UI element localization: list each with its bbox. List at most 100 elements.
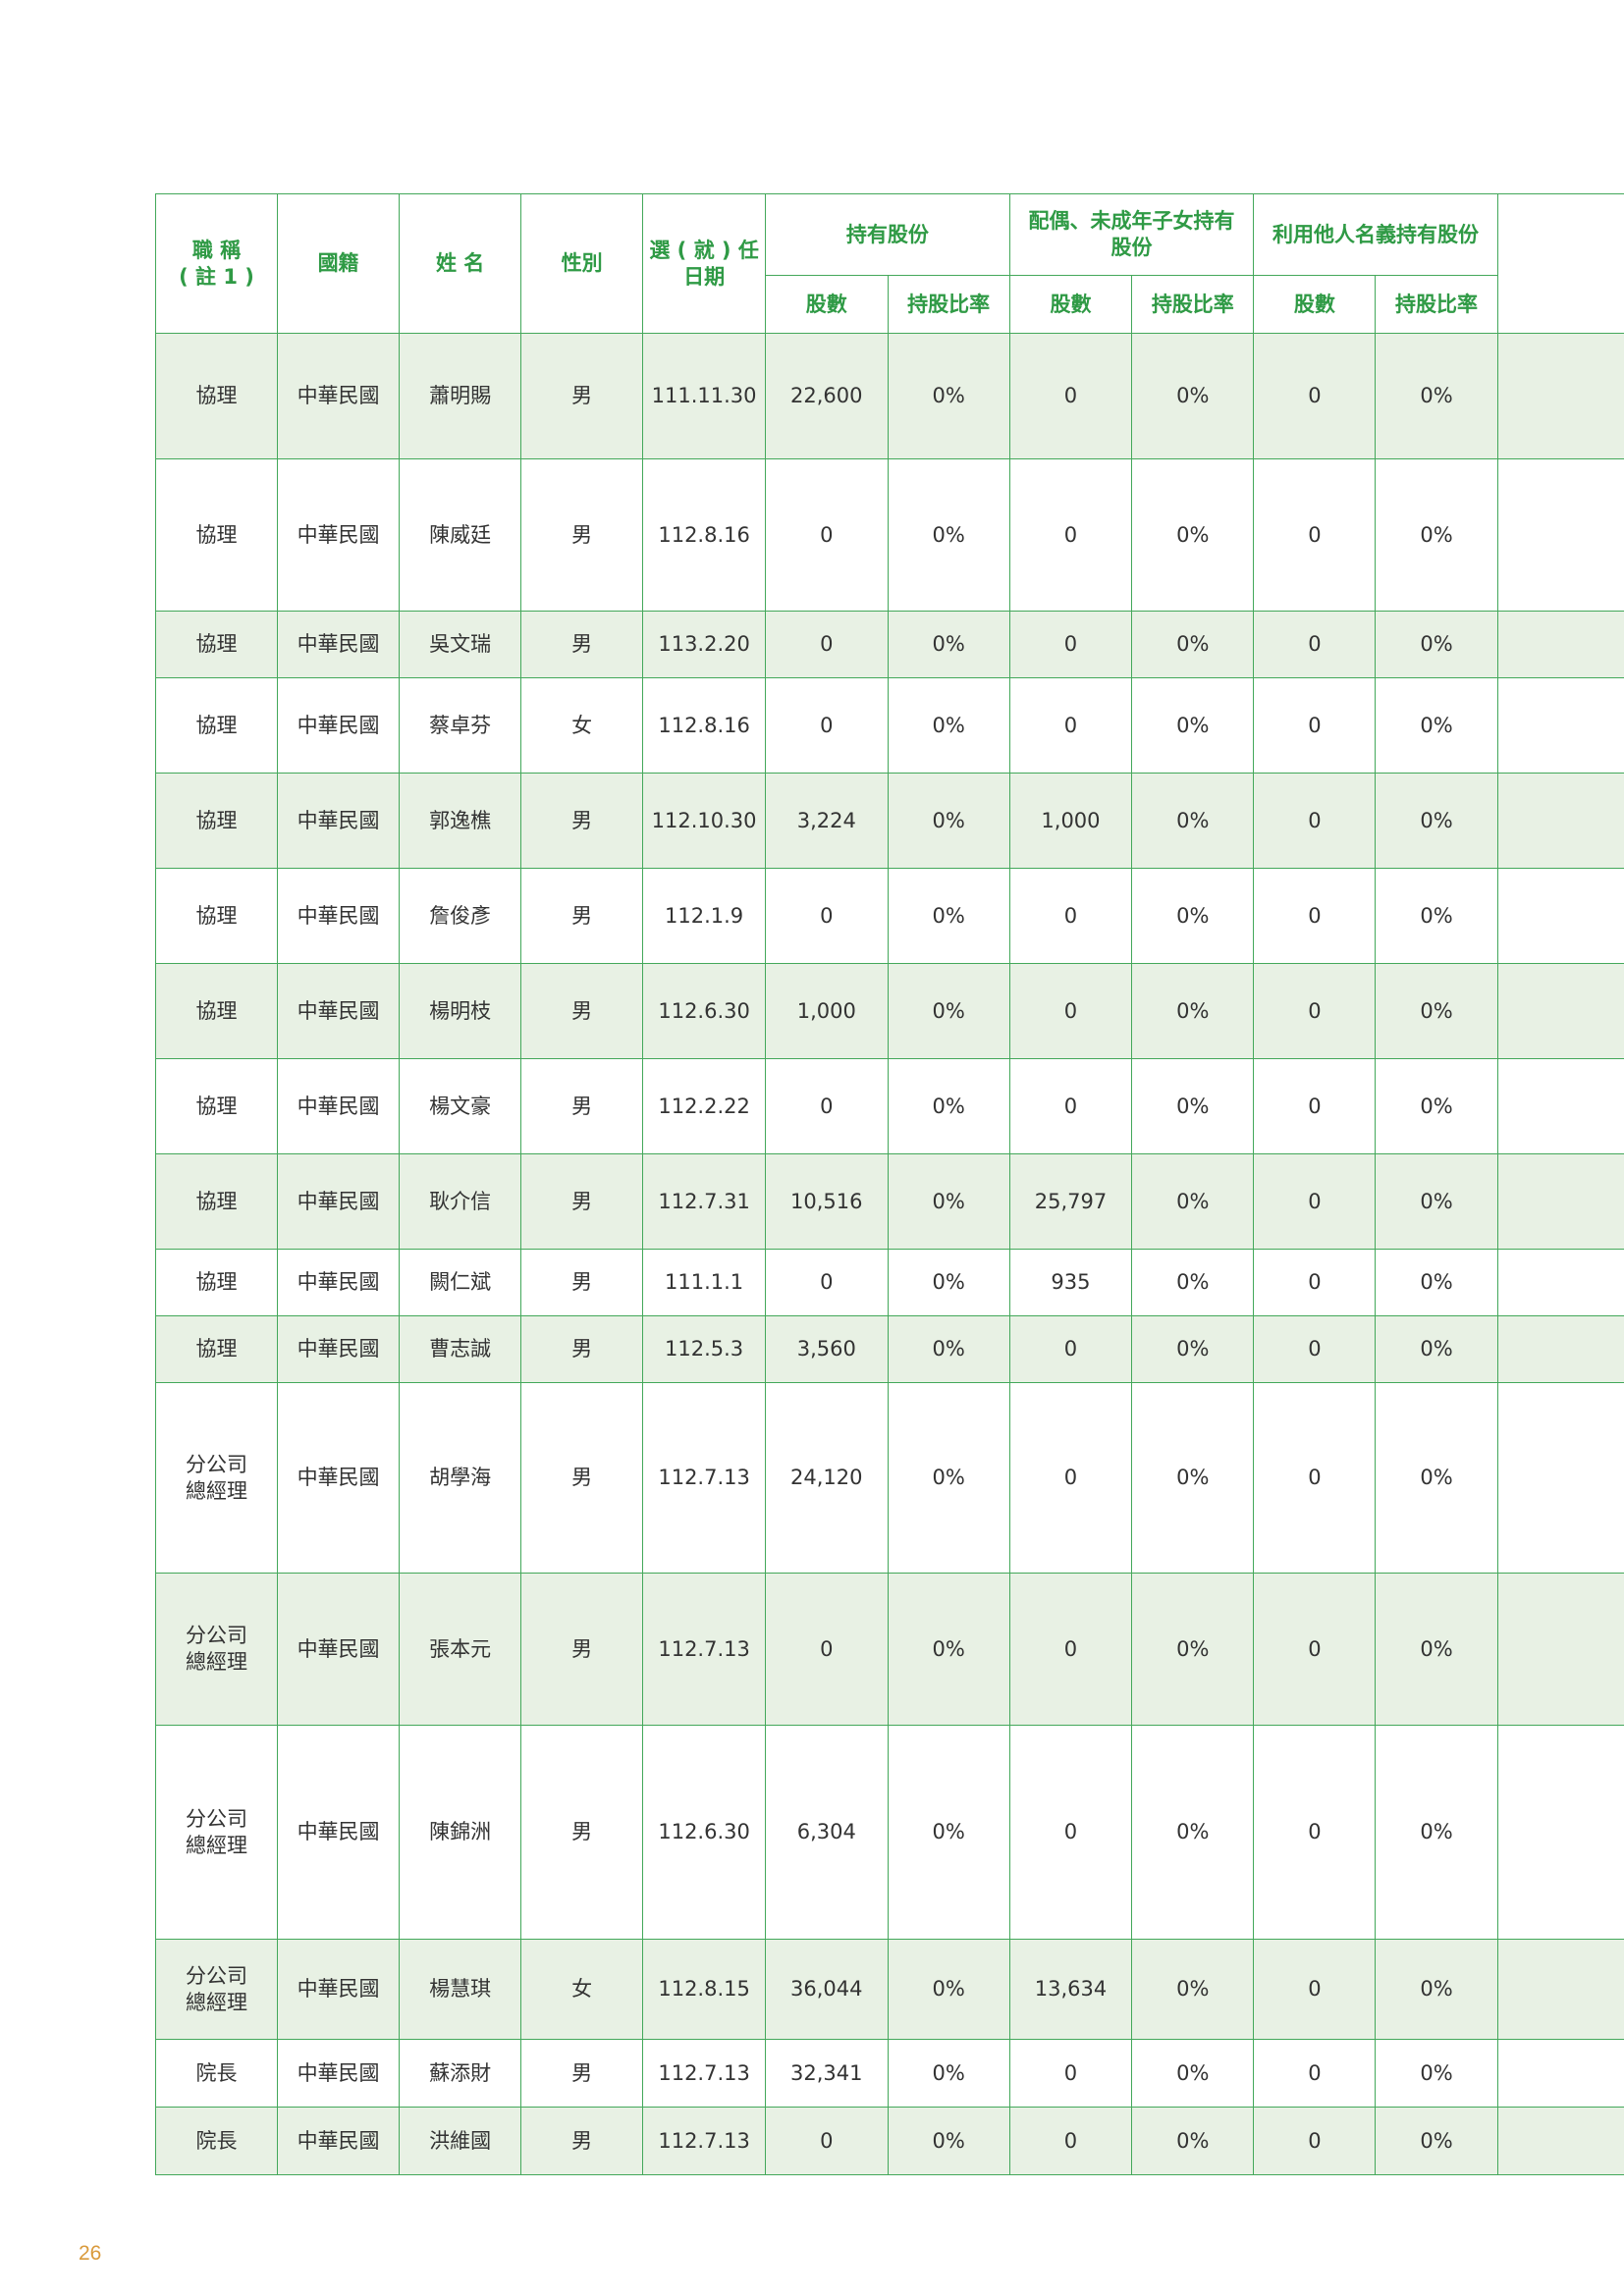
cell-nationality: 中華民國 xyxy=(277,611,401,678)
cell-spouse-ratio: 0% xyxy=(1131,458,1255,612)
table-row: 協理 中華民國 闕仁斌男 111.1.1 0 0% 935 0% 0 0% xyxy=(154,1249,1624,1316)
cell-date: 112.7.13 xyxy=(642,1382,767,1574)
cell-nominee-ratio: 0% xyxy=(1375,2107,1498,2175)
cell-name: 蘇添財 xyxy=(399,2039,522,2108)
cell-name: 胡學海 xyxy=(399,1382,522,1574)
header-group-nominee-shares: 利用他人名義持有股份 xyxy=(1253,193,1498,276)
header-gender: 性別 xyxy=(520,193,644,334)
cell-nationality: 中華民國 xyxy=(277,1058,401,1154)
cell-date: 112.7.13 xyxy=(642,1573,767,1726)
cell-spouse-ratio: 0% xyxy=(1131,773,1255,869)
cell-gender: 男 xyxy=(520,333,644,459)
cell-date: 112.6.30 xyxy=(642,1725,767,1940)
cell-own-shares: 0 xyxy=(765,611,889,678)
cell-name: 洪維國 xyxy=(399,2107,522,2175)
cell-spouse-ratio: 0% xyxy=(1131,1382,1255,1574)
cell-date: 112.8.16 xyxy=(642,677,767,774)
cell-spouse-shares: 0 xyxy=(1008,1315,1133,1383)
cell-title: 協理 xyxy=(154,1249,279,1316)
cell-tail xyxy=(1496,1725,1624,1940)
cell-nationality: 中華民國 xyxy=(277,2039,401,2108)
cell-spouse-shares: 0 xyxy=(1008,1725,1133,1940)
cell-date: 112.8.16 xyxy=(642,458,767,612)
cell-spouse-ratio: 0% xyxy=(1131,1725,1255,1940)
managers-shareholding-table: 職 稱 ( 註 1 ) 國籍 姓 名 性別 選 ( 就 ) 任 日期 持有股份 … xyxy=(154,193,1624,2175)
table-row: 協理 中華民國 曹志誠男 112.5.3 3,560 0% 0 0% 0 0% xyxy=(154,1315,1624,1383)
header-title: 職 稱 ( 註 1 ) xyxy=(154,193,279,334)
cell-nationality: 中華民國 xyxy=(277,677,401,774)
cell-nominee-ratio: 0% xyxy=(1375,458,1498,612)
cell-spouse-shares: 1,000 xyxy=(1008,773,1133,869)
cell-title: 院長 xyxy=(154,2107,279,2175)
cell-date: 112.2.22 xyxy=(642,1058,767,1154)
header-appointment-date: 選 ( 就 ) 任 日期 xyxy=(642,193,767,334)
cell-nominee-ratio: 0% xyxy=(1375,333,1498,459)
header-nominee-shares: 股數 xyxy=(1253,275,1377,334)
cell-spouse-shares: 0 xyxy=(1008,458,1133,612)
cell-gender: 男 xyxy=(520,1573,644,1726)
cell-nationality: 中華民國 xyxy=(277,2107,401,2175)
cell-own-shares: 24,120 xyxy=(765,1382,889,1574)
table-row: 院長 中華民國 蘇添財男 112.7.13 32,341 0% 0 0% 0 0% xyxy=(154,2039,1624,2108)
cell-date: 112.7.13 xyxy=(642,2039,767,2108)
table-row: 協理 中華民國 郭逸樵男 112.10.30 3,224 0% 1,000 0% 0 0% xyxy=(154,773,1624,869)
table-row: 分公司 總經理 中華民國 胡學海男 112.7.13 24,120 0% 0 0% 0 0% xyxy=(154,1382,1624,1574)
cell-spouse-ratio: 0% xyxy=(1131,611,1255,678)
cell-spouse-ratio: 0% xyxy=(1131,1249,1255,1316)
header-group-spouse-shares: 配偶、未成年子女持有 股份 xyxy=(1008,193,1255,276)
cell-gender: 女 xyxy=(520,677,644,774)
cell-own-shares: 0 xyxy=(765,2107,889,2175)
cell-tail xyxy=(1496,1382,1624,1574)
cell-name: 闕仁斌 xyxy=(399,1249,522,1316)
cell-nominee-shares: 0 xyxy=(1253,1058,1377,1154)
cell-spouse-ratio: 0% xyxy=(1131,1058,1255,1154)
cell-spouse-shares: 0 xyxy=(1008,963,1133,1059)
cell-title: 協理 xyxy=(154,773,279,869)
cell-nominee-ratio: 0% xyxy=(1375,611,1498,678)
cell-own-ratio: 0% xyxy=(887,1382,1010,1574)
cell-title: 協理 xyxy=(154,963,279,1059)
cell-gender: 男 xyxy=(520,1058,644,1154)
cell-gender: 男 xyxy=(520,2107,644,2175)
cell-nominee-ratio: 0% xyxy=(1375,1058,1498,1154)
cell-nominee-shares: 0 xyxy=(1253,333,1377,459)
cell-own-ratio: 0% xyxy=(887,1249,1010,1316)
cell-name: 耿介信 xyxy=(399,1153,522,1250)
cell-own-ratio: 0% xyxy=(887,963,1010,1059)
cell-spouse-ratio: 0% xyxy=(1131,1153,1255,1250)
table-row: 協理 中華民國 耿介信男 112.7.31 10,516 0% 25,797 0% 0 0% xyxy=(154,1153,1624,1250)
cell-tail xyxy=(1496,2107,1624,2175)
cell-own-ratio: 0% xyxy=(887,677,1010,774)
cell-own-shares: 0 xyxy=(765,677,889,774)
table-row: 院長 中華民國 洪維國男 112.7.13 0 0% 0 0% 0 0% xyxy=(154,2107,1624,2175)
cell-nominee-ratio: 0% xyxy=(1375,1249,1498,1316)
cell-name: 楊慧琪 xyxy=(399,1939,522,2040)
cell-title: 協理 xyxy=(154,333,279,459)
cell-spouse-shares: 0 xyxy=(1008,611,1133,678)
cell-title: 院長 xyxy=(154,2039,279,2108)
cell-tail xyxy=(1496,1058,1624,1154)
header-group-own-shares: 持有股份 xyxy=(765,193,1010,276)
cell-own-ratio: 0% xyxy=(887,1939,1010,2040)
cell-name: 郭逸樵 xyxy=(399,773,522,869)
cell-nationality: 中華民國 xyxy=(277,1939,401,2040)
cell-nominee-shares: 0 xyxy=(1253,2039,1377,2108)
cell-own-ratio: 0% xyxy=(887,1315,1010,1383)
cell-nominee-ratio: 0% xyxy=(1375,1573,1498,1726)
cell-tail xyxy=(1496,611,1624,678)
cell-tail xyxy=(1496,868,1624,964)
cell-gender: 男 xyxy=(520,1315,644,1383)
cell-name: 曹志誠 xyxy=(399,1315,522,1383)
cell-nationality: 中華民國 xyxy=(277,1315,401,1383)
cell-spouse-ratio: 0% xyxy=(1131,1939,1255,2040)
header-tail xyxy=(1496,193,1624,334)
cell-gender: 男 xyxy=(520,1725,644,1940)
cell-spouse-shares: 0 xyxy=(1008,1382,1133,1574)
cell-gender: 男 xyxy=(520,458,644,612)
table-row: 分公司 總經理 中華民國 楊慧琪女 112.8.15 36,044 0% 13,634 0% 0… xyxy=(154,1939,1624,2040)
table-row: 協理 中華民國 詹俊彥男 112.1.9 0 0% 0 0% 0 0% xyxy=(154,868,1624,964)
cell-nominee-shares: 0 xyxy=(1253,1725,1377,1940)
cell-nationality: 中華民國 xyxy=(277,1249,401,1316)
cell-nominee-shares: 0 xyxy=(1253,1573,1377,1726)
cell-spouse-ratio: 0% xyxy=(1131,1315,1255,1383)
